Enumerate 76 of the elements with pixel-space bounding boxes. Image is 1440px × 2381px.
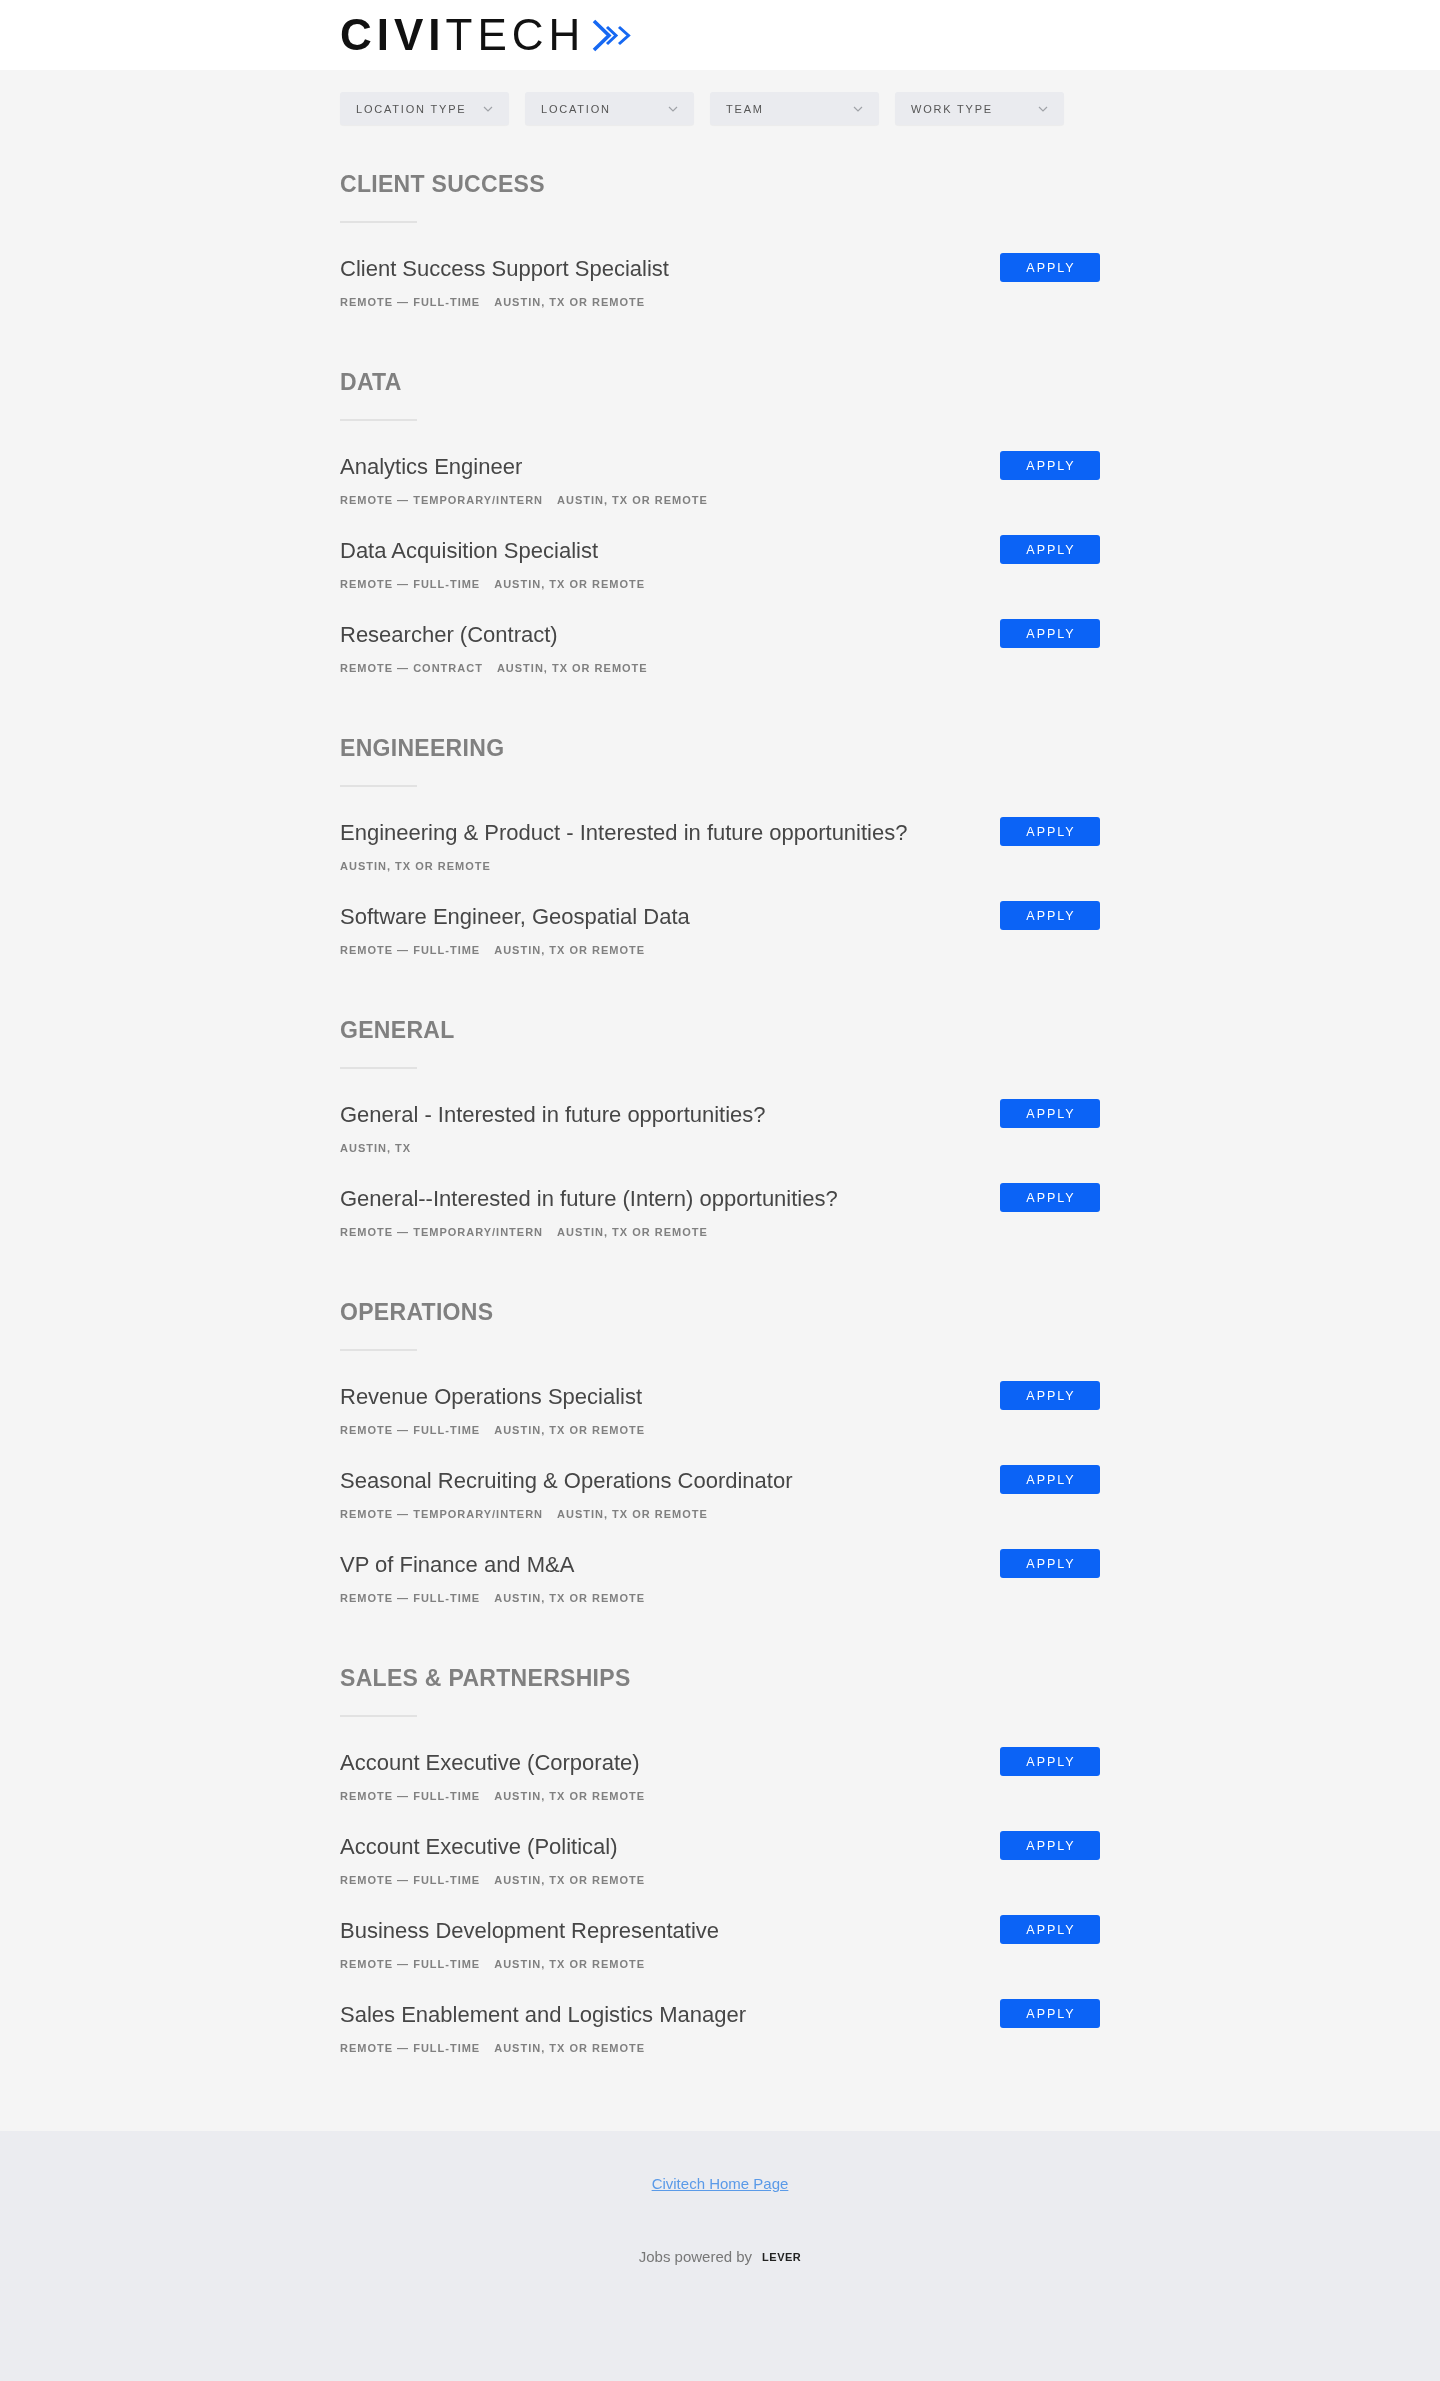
apply-button[interactable]: APPLY (1000, 1183, 1100, 1212)
apply-button[interactable]: APPLY (1000, 1549, 1100, 1578)
job-title-link[interactable]: Business Development Representative (340, 1915, 720, 1947)
commitment-text: REMOTE — FULL-TIME (340, 577, 481, 592)
chevron-down-icon (1038, 105, 1048, 112)
apply-button[interactable]: APPLY (1000, 1915, 1100, 1944)
location-text: AUSTIN, TX OR REMOTE (557, 493, 708, 508)
location-text: AUSTIN, TX OR REMOTE (494, 1873, 645, 1888)
powered-by-text: Jobs powered by (638, 2247, 753, 2267)
logo-wordmark[interactable]: CIVITECH (340, 13, 586, 57)
commitment-text: REMOTE — FULL-TIME (340, 2041, 481, 2056)
location-text: AUSTIN, TX OR REMOTE (496, 661, 648, 676)
job-title-link[interactable]: Analytics Engineer (340, 451, 523, 483)
chevron-down-icon (668, 105, 678, 112)
commitment-text: REMOTE — FULL-TIME (340, 1873, 481, 1888)
apply-button[interactable]: APPLY (1000, 1465, 1100, 1494)
location-text: AUSTIN, TX OR REMOTE (340, 859, 491, 874)
commitment-text: REMOTE — FULL-TIME (340, 943, 481, 958)
job-title-link[interactable]: Revenue Operations Specialist (340, 1381, 643, 1413)
job-title-link[interactable]: Seasonal Recruiting & Operations Coordinator (340, 1465, 793, 1497)
commitment-text: REMOTE — FULL-TIME (340, 295, 481, 310)
commitment-text: REMOTE — TEMPORARY/INTERN (340, 1225, 544, 1240)
apply-button[interactable]: APPLY (1000, 253, 1100, 282)
apply-button[interactable]: APPLY (1000, 1747, 1100, 1776)
job-title-link[interactable]: Account Executive (Corporate) (340, 1747, 640, 1779)
commitment-text: REMOTE — FULL-TIME (340, 1591, 481, 1606)
apply-button[interactable]: APPLY (1000, 535, 1100, 564)
filter-dropdown[interactable]: WORK TYPE (895, 92, 1064, 125)
filter-dropdown[interactable]: LOCATION (525, 92, 694, 125)
location-text: AUSTIN, TX OR REMOTE (494, 1423, 645, 1438)
location-text: AUSTIN, TX OR REMOTE (557, 1225, 708, 1240)
location-text: AUSTIN, TX (340, 1141, 412, 1156)
section-heading: SALES & PARTNERSHIPS (340, 1664, 632, 1693)
section-heading: GENERAL (340, 1016, 456, 1045)
apply-button[interactable]: APPLY (1000, 1831, 1100, 1860)
job-title-link[interactable]: Engineering & Product - Interested in future opportunities? (340, 817, 908, 849)
triple-chevron-icon (592, 18, 633, 52)
commitment-text: REMOTE — FULL-TIME (340, 1957, 481, 1972)
location-text: AUSTIN, TX OR REMOTE (494, 1591, 645, 1606)
commitment-text: REMOTE — CONTRACT (340, 661, 483, 676)
section-heading: CLIENT SUCCESS (340, 170, 546, 199)
commitment-text: REMOTE — FULL-TIME (340, 1423, 481, 1438)
apply-button[interactable]: APPLY (1000, 1999, 1100, 2028)
section-heading: OPERATIONS (340, 1298, 495, 1327)
job-title-link[interactable]: Data Acquisition Specialist (340, 535, 599, 567)
apply-button[interactable]: APPLY (1000, 619, 1100, 648)
apply-button[interactable]: APPLY (1000, 451, 1100, 480)
job-title-link[interactable]: VP of Finance and M&A (340, 1549, 575, 1581)
location-text: AUSTIN, TX OR REMOTE (494, 295, 645, 310)
filter-dropdown[interactable]: LOCATION TYPE (340, 92, 509, 125)
location-text: AUSTIN, TX OR REMOTE (494, 1957, 645, 1972)
location-text: AUSTIN, TX OR REMOTE (494, 1789, 645, 1804)
job-title-link[interactable]: Client Success Support Specialist (340, 253, 669, 285)
apply-button[interactable]: APPLY (1000, 1381, 1100, 1410)
location-text: AUSTIN, TX OR REMOTE (494, 2041, 645, 2056)
apply-button[interactable]: APPLY (1000, 901, 1100, 930)
job-title-link[interactable]: General - Interested in future opportunities? (340, 1099, 766, 1131)
commitment-text: REMOTE — TEMPORARY/INTERN (340, 1507, 544, 1522)
section-heading: DATA (340, 368, 403, 397)
commitment-text: REMOTE — TEMPORARY/INTERN (340, 493, 544, 508)
section-heading: ENGINEERING (340, 734, 506, 763)
job-title-link[interactable]: Sales Enablement and Logistics Manager (340, 1999, 747, 2031)
location-text: AUSTIN, TX OR REMOTE (557, 1507, 708, 1522)
job-title-link[interactable]: Researcher (Contract) (340, 619, 558, 651)
commitment-text: REMOTE — FULL-TIME (340, 1789, 481, 1804)
chevron-down-icon (483, 105, 493, 112)
job-title-link[interactable]: Software Engineer, Geospatial Data (340, 901, 690, 933)
location-text: AUSTIN, TX OR REMOTE (494, 943, 645, 958)
job-title-link[interactable]: Account Executive (Political) (340, 1831, 618, 1863)
job-title-link[interactable]: General--Interested in future (Intern) opportunities? (340, 1183, 838, 1215)
location-text: AUSTIN, TX OR REMOTE (494, 577, 645, 592)
apply-button[interactable]: APPLY (1000, 817, 1100, 846)
brand-wordmark[interactable]: LEVER (762, 2245, 802, 2269)
apply-button[interactable]: APPLY (1000, 1099, 1100, 1128)
chevron-down-icon (853, 105, 863, 112)
filter-dropdown[interactable]: TEAM (710, 92, 879, 125)
